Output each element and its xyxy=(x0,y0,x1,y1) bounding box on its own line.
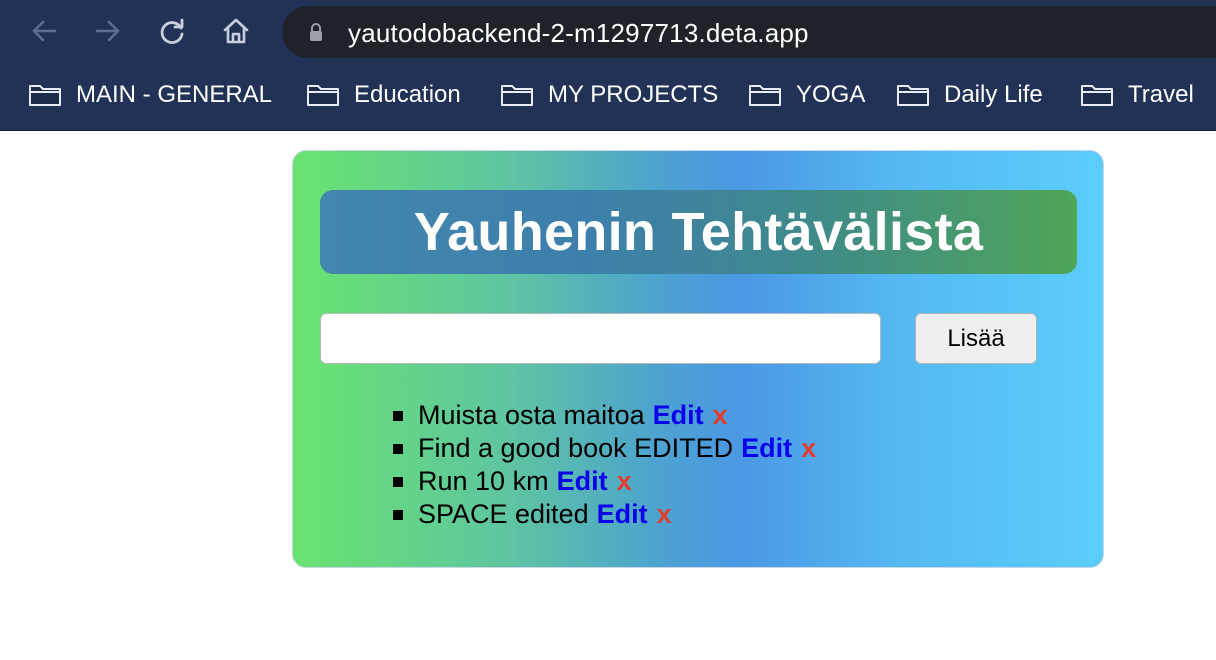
bookmark-label: YOGA xyxy=(796,81,866,108)
bookmark-label: Daily Life xyxy=(944,81,1043,108)
bullet-icon xyxy=(393,410,403,421)
home-icon xyxy=(223,18,249,44)
bookmark-my-projects[interactable]: MY PROJECTS xyxy=(500,72,718,118)
title-banner: Yauhenin Tehtävälista xyxy=(320,190,1077,274)
edit-link[interactable]: Edit xyxy=(557,466,608,497)
bullet-icon xyxy=(393,509,403,520)
address-bar[interactable]: yautodobackend-2-m1297713.deta.app xyxy=(282,6,1216,58)
folder-icon xyxy=(29,85,61,106)
reload-icon xyxy=(160,18,184,44)
bullet-icon xyxy=(393,476,403,487)
edit-link[interactable]: Edit xyxy=(741,433,792,464)
delete-link[interactable]: x xyxy=(713,400,728,431)
reload-button[interactable] xyxy=(154,13,190,49)
browser-chrome: yautodobackend-2-m1297713.deta.app MAIN … xyxy=(0,0,1216,131)
bookmark-main-general[interactable]: MAIN - GENERAL xyxy=(28,72,272,118)
url-text: yautodobackend-2-m1297713.deta.app xyxy=(348,18,809,48)
folder-icon xyxy=(897,85,929,106)
todo-text: Find a good book EDITED xyxy=(418,433,734,463)
list-item: Muista osta maitoa Edit x xyxy=(393,399,1073,432)
forward-button[interactable] xyxy=(90,13,126,49)
arrow-right-icon xyxy=(95,20,120,42)
folder-icon xyxy=(307,85,339,106)
bookmark-label: MAIN - GENERAL xyxy=(76,81,273,108)
new-task-input[interactable] xyxy=(320,313,881,364)
home-button[interactable] xyxy=(218,13,254,49)
folder-icon xyxy=(749,85,781,106)
delete-link[interactable]: x xyxy=(657,499,672,530)
bookmark-travel[interactable]: Travel xyxy=(1080,72,1194,118)
todo-text: Muista osta maitoa xyxy=(418,400,645,430)
list-item: SPACE edited Edit x xyxy=(393,498,1073,531)
list-item: Find a good book EDITED Edit x xyxy=(393,432,1073,465)
todo-text: Run 10 km xyxy=(418,466,549,496)
delete-link[interactable]: x xyxy=(617,466,632,497)
lock-icon xyxy=(310,23,322,41)
folder-icon xyxy=(1081,85,1113,106)
todo-card: Yauhenin Tehtävälista Lisää Muista osta … xyxy=(292,150,1104,568)
add-task-button[interactable]: Lisää xyxy=(915,313,1037,364)
delete-link[interactable]: x xyxy=(801,433,816,464)
arrow-left-icon xyxy=(32,20,57,42)
bookmark-label: Education xyxy=(354,81,461,108)
bookmark-daily-life[interactable]: Daily Life xyxy=(896,72,1043,118)
edit-link[interactable]: Edit xyxy=(653,400,704,431)
todo-list: Muista osta maitoa Edit x Find a good bo… xyxy=(393,399,1073,531)
list-item: Run 10 km Edit x xyxy=(393,465,1073,498)
browser-toolbar: yautodobackend-2-m1297713.deta.app xyxy=(0,0,1216,64)
folder-icon xyxy=(501,85,533,106)
bookmark-label: MY PROJECTS xyxy=(548,81,719,108)
bookmarks-bar: MAIN - GENERAL Education MY PROJECTS YOG… xyxy=(0,72,1216,118)
back-button[interactable] xyxy=(26,13,62,49)
page-title: Yauhenin Tehtävälista xyxy=(413,202,984,262)
bookmark-education[interactable]: Education xyxy=(306,72,461,118)
edit-link[interactable]: Edit xyxy=(597,499,648,530)
todo-text: SPACE edited xyxy=(418,499,589,529)
bookmark-label: Travel xyxy=(1128,81,1194,108)
bullet-icon xyxy=(393,443,403,454)
bookmark-yoga[interactable]: YOGA xyxy=(748,72,865,118)
